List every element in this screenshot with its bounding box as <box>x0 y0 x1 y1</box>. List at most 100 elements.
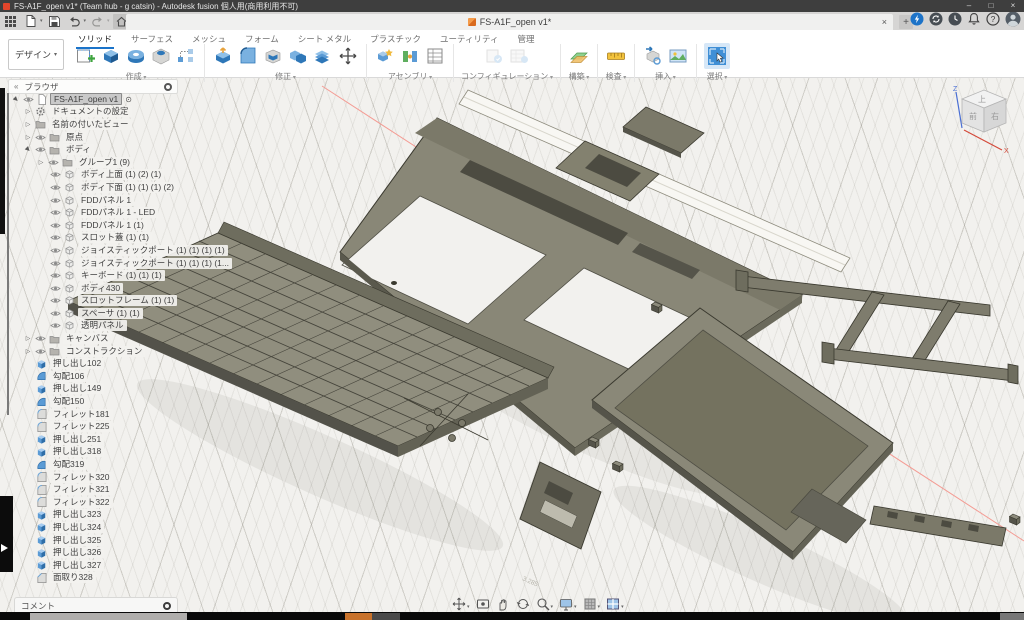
save-icon[interactable] <box>46 14 63 29</box>
redo-menu-caret[interactable]: ▾ <box>107 18 110 24</box>
bom-icon[interactable] <box>424 45 446 67</box>
visibility-eye-icon[interactable] <box>50 309 61 318</box>
feature-row[interactable]: 押し出し325 <box>10 534 200 547</box>
zoom-icon-caret[interactable]: ▾ <box>551 604 554 610</box>
tree-row[interactable]: キーボード (1) (1) (1) <box>10 269 200 282</box>
tree-row[interactable]: ▷グループ1 (9) <box>10 156 200 169</box>
feature-row[interactable]: 勾配319 <box>10 458 200 471</box>
tree-row[interactable]: 透明パネル <box>10 320 200 333</box>
view-cube[interactable]: Z X 上 前 右 <box>948 82 1020 154</box>
toolbar-group-label[interactable]: コンフィギュレーション <box>461 71 553 82</box>
update-icon[interactable] <box>929 12 943 31</box>
tree-row[interactable]: ジョイスティックポート (1) (1) (1) (1... <box>10 257 200 270</box>
feature-row[interactable]: 押し出し327 <box>10 559 200 572</box>
visibility-eye-icon[interactable] <box>35 145 46 154</box>
feature-row[interactable]: 勾配106 <box>10 370 200 383</box>
tree-row[interactable]: スロット蓋 (1) (1) <box>10 232 200 245</box>
feature-row[interactable]: 押し出し102 <box>10 357 200 370</box>
visibility-eye-icon[interactable] <box>50 284 61 293</box>
feature-row[interactable]: 押し出し318 <box>10 446 200 459</box>
configuration-table-icon[interactable] <box>508 45 530 67</box>
visibility-eye-icon[interactable] <box>50 296 61 305</box>
toolbar-group-label[interactable]: 修正 <box>275 71 296 82</box>
combine-icon[interactable] <box>287 45 309 67</box>
tab-close-icon[interactable]: × <box>882 15 887 29</box>
measure-icon[interactable] <box>605 45 627 67</box>
expander-icon[interactable]: ▶ <box>23 144 34 155</box>
tree-row[interactable]: FDDパネル 1 (1) <box>10 219 200 232</box>
browser-filter-icon[interactable] <box>164 83 172 91</box>
expander-icon[interactable]: ▷ <box>24 134 32 141</box>
tree-row[interactable]: ▷名前の付いたビュー <box>10 118 200 131</box>
toolbar-group-label[interactable]: 選択 <box>707 71 728 82</box>
tree-row[interactable]: ▶FS-A1F_open v1⊙ <box>10 93 200 106</box>
connector-strip-part[interactable] <box>870 506 1006 546</box>
redo-icon[interactable] <box>89 14 106 29</box>
visibility-eye-icon[interactable] <box>50 233 61 242</box>
small-screw-part[interactable] <box>391 281 397 285</box>
visibility-eye-icon[interactable] <box>35 133 46 142</box>
help-icon[interactable]: ? <box>986 12 1000 31</box>
visibility-eye-icon[interactable] <box>35 334 46 343</box>
app-grid-icon[interactable] <box>2 14 19 29</box>
feature-row[interactable]: 押し出し326 <box>10 546 200 559</box>
expander-icon[interactable]: ▷ <box>24 348 32 355</box>
tree-row[interactable]: ボディ上面 (1) (2) (1) <box>10 169 200 182</box>
fdd-door-part[interactable] <box>623 107 704 158</box>
tree-row[interactable]: FDDパネル 1 - LED <box>10 206 200 219</box>
tree-row[interactable]: スペーサ (1) (1) <box>10 307 200 320</box>
visibility-eye-icon[interactable] <box>50 183 61 192</box>
visibility-eye-icon[interactable] <box>50 321 61 330</box>
file-menu-caret[interactable]: ▾ <box>40 18 43 24</box>
comments-settings-icon[interactable] <box>163 602 171 610</box>
tree-row[interactable]: ボディ430 <box>10 282 200 295</box>
feature-row[interactable]: 勾配150 <box>10 395 200 408</box>
grid-snap-icon-caret[interactable]: ▾ <box>598 604 601 610</box>
expander-icon[interactable]: ▷ <box>24 335 32 342</box>
expander-icon[interactable]: ▷ <box>37 159 45 166</box>
feature-row[interactable]: 押し出し149 <box>10 383 200 396</box>
feature-row[interactable]: 押し出し251 <box>10 433 200 446</box>
file-icon[interactable] <box>22 14 39 29</box>
collapse-panel-icon[interactable]: « <box>14 82 18 91</box>
notification-bell-icon[interactable] <box>967 12 981 31</box>
tree-row[interactable]: ▷キャンバス <box>10 332 200 345</box>
visibility-eye-icon[interactable] <box>50 271 61 280</box>
insert-image-icon[interactable] <box>667 45 689 67</box>
visibility-eye-icon[interactable] <box>50 221 61 230</box>
construction-plane-icon[interactable] <box>568 45 590 67</box>
toolbar-group-label[interactable]: 挿入 <box>655 71 676 82</box>
configuration-icon[interactable] <box>483 45 505 67</box>
joint-icon[interactable] <box>399 45 421 67</box>
feature-row[interactable]: 押し出し324 <box>10 521 200 534</box>
visibility-eye-icon[interactable] <box>50 246 61 255</box>
visibility-eye-icon[interactable] <box>50 259 61 268</box>
offset-face-icon[interactable] <box>312 45 334 67</box>
clock-icon[interactable] <box>948 12 962 31</box>
feature-row[interactable]: 面取り328 <box>10 572 200 585</box>
visibility-eye-icon[interactable] <box>50 196 61 205</box>
feature-row[interactable]: フィレット321 <box>10 483 200 496</box>
activate-component-icon[interactable]: ⊙ <box>125 95 132 104</box>
revolve-icon[interactable] <box>125 45 147 67</box>
tree-row[interactable]: ボディ下面 (1) (1) (1) (2) <box>10 181 200 194</box>
expander-icon[interactable]: ▶ <box>11 94 22 105</box>
create-sketch-icon[interactable] <box>75 45 97 67</box>
feature-row[interactable]: フィレット320 <box>10 471 200 484</box>
maximize-button[interactable]: □ <box>980 0 1002 12</box>
visibility-eye-icon[interactable] <box>50 170 61 179</box>
hole-icon[interactable] <box>150 45 172 67</box>
feature-row[interactable]: フィレット225 <box>10 420 200 433</box>
toolbar-group-label[interactable]: 作成 <box>126 71 147 82</box>
expander-icon[interactable]: ▷ <box>24 121 32 128</box>
display-settings-icon-caret[interactable]: ▾ <box>574 604 577 610</box>
feature-row[interactable]: 押し出し323 <box>10 509 200 522</box>
visibility-eye-icon[interactable] <box>23 95 34 104</box>
new-component-icon[interactable] <box>374 45 396 67</box>
visibility-eye-icon[interactable] <box>48 158 59 167</box>
tree-row[interactable]: スロットフレーム (1) (1) <box>10 295 200 308</box>
minimize-button[interactable]: – <box>958 0 980 12</box>
expander-icon[interactable]: ▷ <box>24 108 32 115</box>
move-icon[interactable] <box>337 45 359 67</box>
tree-row[interactable]: ジョイスティックポート (1) (1) (1) (1) <box>10 244 200 257</box>
